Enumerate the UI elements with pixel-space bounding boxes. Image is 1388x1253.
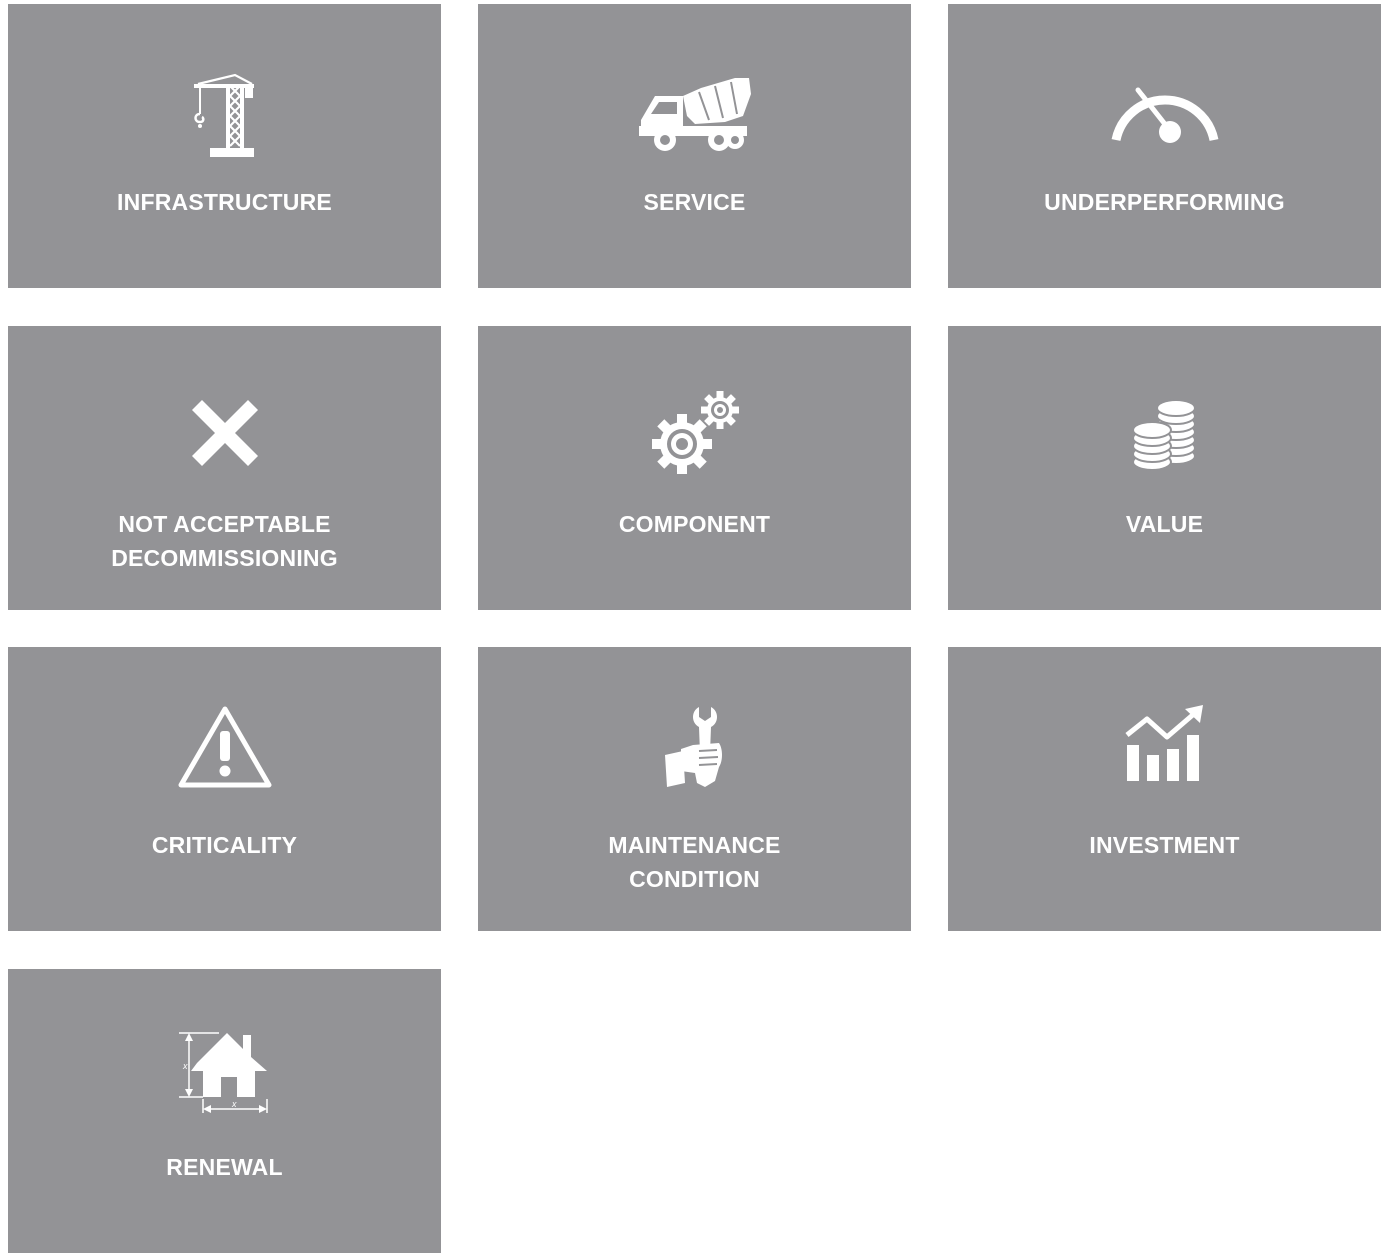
truck-icon — [478, 74, 911, 154]
tile-label-line: CONDITION — [629, 866, 760, 892]
tile-renewal[interactable]: x x RENEWAL — [8, 969, 441, 1253]
tile-label: MAINTENANCE CONDITION — [478, 828, 911, 896]
svg-text:x: x — [231, 1099, 237, 1109]
tile-label: NOT ACCEPTABLE DECOMMISSIONING — [8, 507, 441, 575]
tile-label-line: VALUE — [1125, 511, 1204, 537]
gears-icon — [478, 390, 911, 478]
tile-investment[interactable]: INVESTMENT — [948, 647, 1381, 931]
tile-not-acceptable[interactable]: NOT ACCEPTABLE DECOMMISSIONING — [8, 326, 441, 610]
tile-label-line: COMPONENT — [618, 511, 771, 537]
tile-component[interactable]: COMPONENT — [478, 326, 911, 610]
tile-label: INFRASTRUCTURE — [8, 185, 441, 219]
tile-label-line: RENEWAL — [166, 1154, 283, 1180]
tile-label: COMPONENT — [478, 507, 911, 541]
tile-label: INVESTMENT — [948, 828, 1381, 862]
tile-service[interactable]: SERVICE — [478, 4, 911, 288]
tile-label-line: INVESTMENT — [1089, 832, 1240, 858]
tile-label-line: DECOMMISSIONING — [111, 545, 338, 571]
gauge-icon — [948, 82, 1381, 144]
tile-label: SERVICE — [478, 185, 911, 219]
wrench-hand-icon — [478, 705, 911, 791]
crane-icon — [8, 72, 441, 158]
tile-label: VALUE — [948, 507, 1381, 541]
svg-text:x: x — [182, 1061, 188, 1071]
tile-label-line: SERVICE — [643, 189, 746, 215]
growth-chart-icon — [948, 705, 1381, 783]
tile-maintenance-condition[interactable]: MAINTENANCE CONDITION — [478, 647, 911, 931]
house-dimensions-icon: x x — [8, 1027, 441, 1117]
tile-label-line: INFRASTRUCTURE — [117, 189, 332, 215]
tile-label: RENEWAL — [8, 1150, 441, 1184]
tile-label-line: MAINTENANCE — [608, 832, 781, 858]
tile-criticality[interactable]: CRITICALITY — [8, 647, 441, 931]
tile-label-line: NOT ACCEPTABLE — [118, 511, 331, 537]
tile-label: CRITICALITY — [8, 828, 441, 862]
tile-infrastructure[interactable]: INFRASTRUCTURE — [8, 4, 441, 288]
tile-label-line: CRITICALITY — [151, 832, 298, 858]
coins-icon — [948, 394, 1381, 472]
x-icon — [8, 394, 441, 472]
tile-label-line: UNDERPERFORMING — [1044, 189, 1285, 215]
tile-label: UNDERPERFORMING — [948, 185, 1381, 219]
warning-icon — [8, 705, 441, 791]
tile-value[interactable]: VALUE — [948, 326, 1381, 610]
tile-underperforming[interactable]: UNDERPERFORMING — [948, 4, 1381, 288]
